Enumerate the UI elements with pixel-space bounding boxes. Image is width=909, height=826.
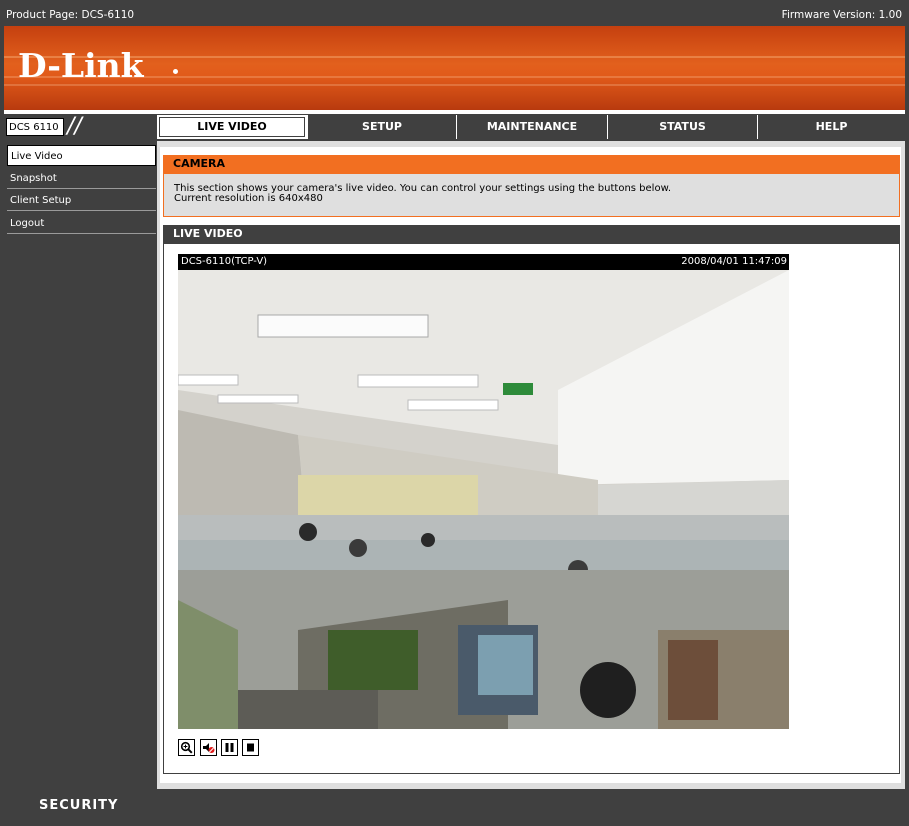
sidebar-item-client-setup[interactable]: Client Setup (7, 190, 156, 211)
stop-button[interactable] (242, 739, 259, 756)
main-nav: DCS 6110 // LIVE VIDEO SETUP MAINTENANCE… (4, 114, 905, 141)
content-area: CAMERA This section shows your camera's … (157, 141, 905, 789)
tab-status[interactable]: STATUS (607, 115, 757, 139)
mute-icon (203, 743, 215, 753)
tab-maintenance[interactable]: MAINTENANCE (456, 115, 607, 139)
mute-button[interactable] (200, 739, 217, 756)
page-frame: Product Page: DCS-6110 Firmware Version:… (0, 0, 909, 826)
camera-section-body: This section shows your camera's live vi… (163, 173, 900, 217)
dlink-logo: D-Link (18, 46, 144, 85)
sidebar-item-live-video[interactable]: Live Video (7, 145, 156, 166)
camera-section-title: CAMERA (163, 155, 900, 173)
camera-resolution: Current resolution is 640x480 (174, 193, 323, 204)
video-timestamp: 2008/04/01 11:47:09 (681, 256, 787, 267)
video-overlay-bar: DCS-6110(TCP-V) 2008/04/01 11:47:09 (178, 254, 789, 270)
tab-live-video[interactable]: LIVE VIDEO (157, 115, 307, 139)
zoom-button[interactable] (178, 739, 195, 756)
model-label: DCS 6110 (6, 118, 64, 136)
logo-dot (173, 69, 178, 74)
live-video-section-title: LIVE VIDEO (163, 225, 900, 243)
banner: D-Link (4, 26, 905, 110)
camera-stream-name: DCS-6110(TCP-V) (181, 256, 268, 267)
tab-setup[interactable]: SETUP (307, 115, 456, 139)
top-bar: Product Page: DCS-6110 Firmware Version:… (4, 4, 905, 26)
tab-help[interactable]: HELP (757, 115, 905, 139)
pause-icon (225, 743, 234, 752)
live-video-section-body: DCS-6110(TCP-V) 2008/04/01 11:47:09 (163, 243, 900, 774)
sidebar: Live Video Snapshot Client Setup Logout (4, 141, 157, 789)
live-video-feed[interactable] (178, 270, 789, 729)
zoom-icon (180, 741, 193, 754)
slashes-decoration: // (67, 114, 82, 139)
sidebar-item-snapshot[interactable]: Snapshot (7, 168, 156, 189)
content-panel: CAMERA This section shows your camera's … (160, 147, 901, 783)
pause-button[interactable] (221, 739, 238, 756)
firmware-version-label: Firmware Version: 1.00 (781, 9, 902, 21)
video-frame-image (178, 270, 789, 729)
sidebar-item-logout[interactable]: Logout (7, 213, 156, 234)
stop-icon (247, 743, 254, 752)
footer: SECURITY (4, 789, 905, 822)
product-page-label: Product Page: DCS-6110 (6, 9, 135, 21)
footer-security-label: SECURITY (39, 798, 119, 813)
